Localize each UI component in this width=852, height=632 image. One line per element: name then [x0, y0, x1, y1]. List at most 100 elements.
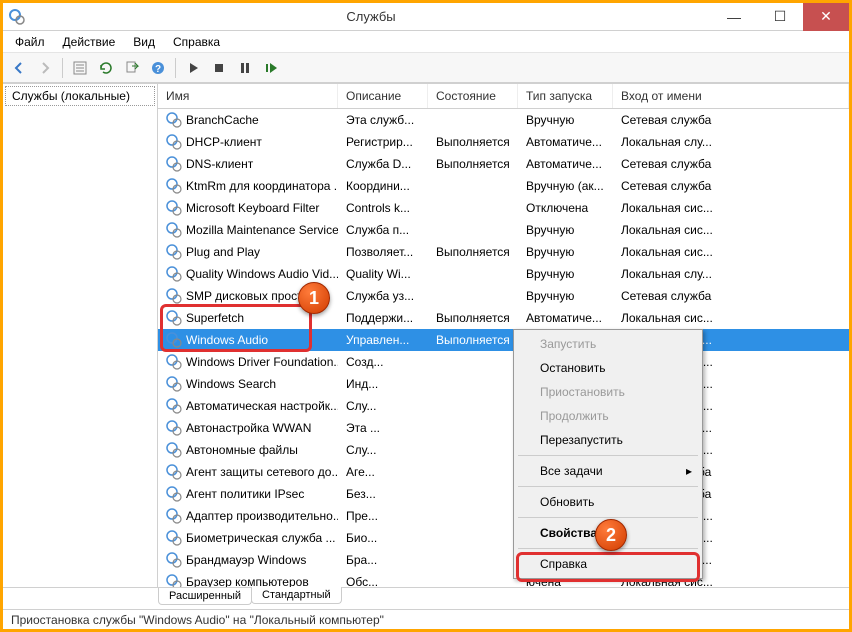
service-row[interactable]: DHCP-клиентРегистрир...ВыполняетсяАвтома… [158, 131, 849, 153]
restart-service-button[interactable] [259, 56, 283, 80]
service-icon [166, 486, 182, 502]
ctx-stop[interactable]: Остановить [516, 356, 700, 380]
ctx-all-tasks[interactable]: Все задачи [516, 459, 700, 483]
service-description: Координи... [338, 179, 428, 193]
service-name: Windows Search [186, 377, 276, 391]
service-logon-as: Сетевая служба [613, 179, 849, 193]
service-name: DNS-клиент [186, 157, 253, 171]
back-button[interactable] [7, 56, 31, 80]
minimize-button[interactable]: — [711, 3, 757, 31]
service-list[interactable]: BranchCache Эта служб... Вручную Сетевая сл… [158, 109, 849, 587]
service-logon-as: Локальная слу... [613, 267, 849, 281]
tree-item-local-services[interactable]: Службы (локальные) [5, 86, 155, 106]
service-row[interactable]: Windows Driver Foundation...Созд...ную (… [158, 351, 849, 373]
service-name: Адаптер производительно... [186, 509, 338, 523]
service-row[interactable]: Автоматическая настройк...Слу...ную (ак.… [158, 395, 849, 417]
titlebar: Службы — ☐ ✕ [3, 3, 849, 31]
service-row[interactable]: SMP дисковых простр...Служба уз...Вручну… [158, 285, 849, 307]
menu-help[interactable]: Справка [165, 33, 228, 51]
separator [62, 58, 63, 78]
tab-standard[interactable]: Стандартный [251, 587, 342, 604]
help-button[interactable]: ? [146, 56, 170, 80]
service-description: Инд... [338, 377, 428, 391]
tab-extended[interactable]: Расширенный [158, 588, 252, 605]
service-name: Агент политики IPsec [186, 487, 304, 501]
service-row[interactable]: Автонастройка WWANЭта ...нуюЛокальная сл… [158, 417, 849, 439]
export-button[interactable] [120, 56, 144, 80]
service-row[interactable]: Quality Windows Audio Vid...Quality Wi..… [158, 263, 849, 285]
ctx-pause: Приостановить [516, 380, 700, 404]
service-description: Созд... [338, 355, 428, 369]
service-row[interactable]: Браузер компьютеровОбс...юченаЛокальная … [158, 571, 849, 587]
close-button[interactable]: ✕ [803, 3, 849, 31]
service-row[interactable]: SuperfetchПоддержи...ВыполняетсяАвтомати… [158, 307, 849, 329]
menu-file[interactable]: Файл [7, 33, 53, 51]
service-name: Superfetch [186, 311, 244, 325]
service-name: Брандмауэр Windows [186, 553, 306, 567]
service-logon-as: Локальная сис... [613, 245, 849, 259]
service-row[interactable]: Автономные файлыСлу...ную (ак...Локальна… [158, 439, 849, 461]
separator [518, 486, 698, 487]
service-name: BranchCache [186, 113, 259, 127]
service-row[interactable]: Агент политики IPsecБез...ную (ак...Сете… [158, 483, 849, 505]
service-description: Био... [338, 531, 428, 545]
service-logon-as: Локальная сис... [613, 223, 849, 237]
ctx-start: Запустить [516, 332, 700, 356]
service-logon-as: Сетевая служба [613, 157, 849, 171]
start-service-button[interactable] [181, 56, 205, 80]
service-row[interactable]: Windows AudioУправлен...ВыполняетсяАвтом… [158, 329, 849, 351]
service-logon-as: Сетевая служба [613, 113, 849, 127]
header-name[interactable]: Имя [158, 84, 338, 108]
service-row[interactable]: KtmRm для координатора ...Координи...Вру… [158, 175, 849, 197]
service-name: Агент защиты сетевого до... [186, 465, 338, 479]
separator [175, 58, 176, 78]
service-icon [166, 244, 182, 260]
service-row[interactable]: Windows SearchИнд...матиче...Локальная с… [158, 373, 849, 395]
service-row[interactable]: Брандмауэр WindowsБра...матиче...Локальн… [158, 549, 849, 571]
service-icon [166, 200, 182, 216]
service-row[interactable]: Mozilla Maintenance ServiceСлужба п...Вр… [158, 219, 849, 241]
menu-view[interactable]: Вид [125, 33, 163, 51]
properties-button[interactable] [68, 56, 92, 80]
ctx-refresh[interactable]: Обновить [516, 490, 700, 514]
ctx-help[interactable]: Справка [516, 552, 700, 576]
service-icon [166, 112, 182, 128]
toolbar: ? [3, 53, 849, 83]
ctx-properties-label: Свойства [540, 526, 597, 540]
header-description[interactable]: Описание [338, 84, 428, 108]
ctx-restart[interactable]: Перезапустить [516, 428, 700, 452]
service-description: Эта служб... [338, 113, 428, 127]
service-row[interactable]: Биометрическая служба ...Био...ную (ак..… [158, 527, 849, 549]
pause-service-button[interactable] [233, 56, 257, 80]
service-name: Quality Windows Audio Vid... [186, 267, 338, 281]
header-logon-as[interactable]: Вход от имени [613, 84, 849, 108]
service-description: Пре... [338, 509, 428, 523]
service-name: Windows Audio [186, 333, 268, 347]
stop-service-button[interactable] [207, 56, 231, 80]
service-description: Эта ... [338, 421, 428, 435]
service-description: Служба п... [338, 223, 428, 237]
service-row[interactable]: Агент защиты сетевого до...Аге...нуюСете… [158, 461, 849, 483]
service-row[interactable]: Microsoft Keyboard FilterControls k...От… [158, 197, 849, 219]
service-row[interactable]: DNS-клиентСлужба D...ВыполняетсяАвтомати… [158, 153, 849, 175]
service-description: Позволяет... [338, 245, 428, 259]
service-icon [166, 178, 182, 194]
service-row[interactable]: Plug and PlayПозволяет...ВыполняетсяВруч… [158, 241, 849, 263]
header-status[interactable]: Состояние [428, 84, 518, 108]
service-icon [166, 464, 182, 480]
service-description: Controls k... [338, 201, 428, 215]
service-startup-type: Вручную [518, 289, 613, 303]
service-row[interactable]: BranchCacheЭта служб...ВручнуюСетевая сл… [158, 109, 849, 131]
menu-action[interactable]: Действие [55, 33, 124, 51]
forward-button[interactable] [33, 56, 57, 80]
refresh-button[interactable] [94, 56, 118, 80]
service-row[interactable]: Адаптер производительно...Пре...нуюЛокал… [158, 505, 849, 527]
service-status: Выполняется [428, 333, 518, 347]
service-status: Выполняется [428, 311, 518, 325]
tree-pane: Службы (локальные) [3, 84, 158, 587]
header-startup-type[interactable]: Тип запуска [518, 84, 613, 108]
service-name: DHCP-клиент [186, 135, 262, 149]
service-icon [166, 552, 182, 568]
maximize-button[interactable]: ☐ [757, 3, 803, 31]
service-icon [166, 530, 182, 546]
